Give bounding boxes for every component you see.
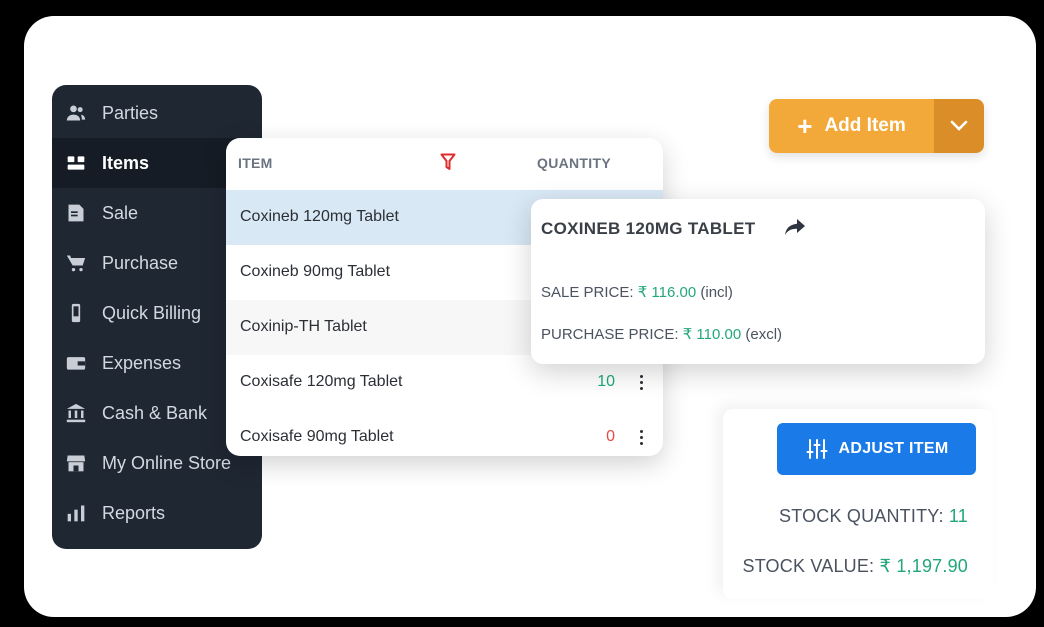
column-header-item[interactable]: ITEM: [238, 155, 273, 171]
item-name: Coxisafe 90mg Tablet: [240, 428, 394, 445]
sidebar-item-label: Sale: [102, 202, 139, 223]
sidebar-item-parties[interactable]: Parties: [52, 88, 262, 138]
stock-value: STOCK VALUE: ₹ 1,197.90: [742, 556, 968, 577]
purchase-price-suffix: (excl): [745, 326, 783, 343]
stock-quantity-label: STOCK QUANTITY:: [779, 506, 944, 526]
plus-icon: +: [797, 111, 813, 141]
bar-chart-icon: [65, 502, 87, 524]
sidebar-item-label: Items: [102, 152, 150, 173]
stock-value-amount: ₹ 1,197.90: [879, 556, 968, 576]
item-name: Coxineb 120mg Tablet: [240, 208, 399, 225]
more-options-icon[interactable]: [633, 371, 649, 393]
add-item-label: Add Item: [824, 115, 906, 136]
stock-quantity: STOCK QUANTITY: 11: [779, 506, 968, 527]
sidebar-item-label: Reports: [102, 502, 166, 523]
more-options-icon[interactable]: [633, 426, 649, 448]
add-item-dropdown-button[interactable]: [934, 99, 984, 153]
item-detail-card: COXINEB 120MG TABLET SALE PRICE: ₹ 116.0…: [531, 199, 985, 364]
item-quantity: 0: [606, 428, 615, 445]
sliders-icon: [806, 439, 827, 459]
sale-price-suffix: (incl): [700, 284, 733, 301]
purchase-price: PURCHASE PRICE: ₹ 110.00 (excl): [541, 325, 782, 343]
filter-icon[interactable]: [440, 153, 456, 171]
stock-value-label: STOCK VALUE:: [742, 556, 875, 576]
wallet-icon: [65, 352, 87, 374]
users-icon: [65, 102, 87, 124]
adjust-item-button[interactable]: ADJUST ITEM: [777, 423, 976, 475]
table-header: ITEM QUANTITY: [226, 138, 663, 190]
column-header-quantity[interactable]: QUANTITY: [537, 155, 611, 171]
chevron-down-icon: [950, 120, 968, 131]
mobile-icon: [65, 302, 87, 324]
items-icon: [65, 152, 87, 174]
sidebar-item-label: Parties: [102, 102, 159, 123]
item-name: Coxineb 90mg Tablet: [240, 263, 391, 280]
add-item-split-button: + Add Item: [769, 99, 984, 153]
store-icon: [65, 452, 87, 474]
sale-price: SALE PRICE: ₹ 116.00 (incl): [541, 283, 733, 301]
purchase-price-value: ₹ 110.00: [682, 326, 742, 343]
adjust-item-label: ADJUST ITEM: [838, 440, 949, 457]
bank-icon: [65, 402, 87, 424]
sidebar-item-label: My Online Store: [102, 452, 232, 473]
sale-price-label: SALE PRICE:: [541, 284, 634, 301]
sidebar-item-label: Cash & Bank: [102, 402, 208, 423]
add-item-button[interactable]: + Add Item: [769, 99, 934, 153]
sidebar-item-label: Quick Billing: [102, 302, 202, 323]
table-row[interactable]: Coxisafe 90mg Tablet 0: [226, 410, 663, 456]
stock-quantity-value: 11: [948, 506, 968, 526]
sale-price-value: ₹ 116.00: [637, 284, 697, 301]
item-detail-title: COXINEB 120MG TABLET: [541, 219, 756, 238]
item-quantity: 10: [597, 373, 615, 390]
item-name: Coxinip-TH Tablet: [240, 318, 367, 335]
sidebar-item-label: Purchase: [102, 252, 179, 273]
sidebar-item-reports[interactable]: Reports: [52, 488, 262, 538]
sale-icon: [65, 202, 87, 224]
purchase-price-label: PURCHASE PRICE:: [541, 326, 679, 343]
sidebar-item-label: Expenses: [102, 352, 182, 373]
share-icon[interactable]: [784, 217, 806, 237]
cart-icon: [65, 252, 87, 274]
item-name: Coxisafe 120mg Tablet: [240, 373, 403, 390]
